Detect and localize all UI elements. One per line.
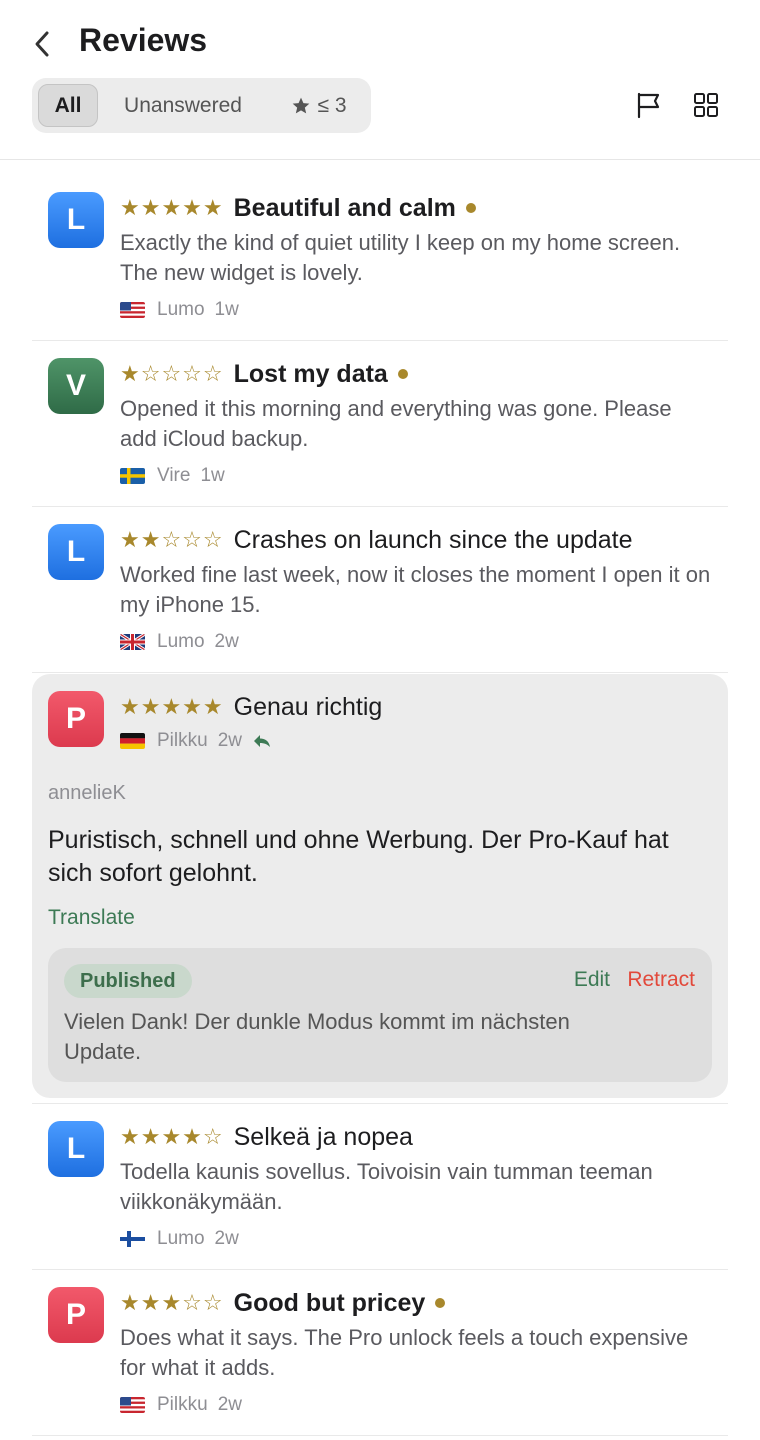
filter-all-button[interactable]: All [38,84,98,127]
de-flag-icon [120,733,145,749]
star-rating: ★★★☆☆ [120,1290,224,1315]
review-row[interactable]: V ★☆☆☆☆ Lost my data Opened it this morn… [32,341,728,507]
edit-reply-button[interactable]: Edit [574,968,610,992]
page-title: Reviews [79,22,208,58]
gb-flag-icon [120,634,145,650]
avatar: P [48,691,104,747]
review-body: Todella kaunis sovellus. Toivoisin vain … [120,1159,653,1214]
review-row[interactable]: P ★★★☆☆ Good but pricey Does what it say… [32,1270,728,1436]
avatar: L [48,192,104,248]
unread-dot [435,1298,446,1308]
review-row[interactable]: L ★★☆☆☆ Crashes on launch since the upda… [32,507,728,673]
review-age: 1w [200,465,225,486]
grid-view-button[interactable] [689,88,723,122]
reply-text: Vielen Dank! Der dunkle Modus kommt im n… [64,1009,570,1064]
review-row-selected[interactable]: P ★★★★★ Genau richtig Pilkku 2w annelieK… [32,674,728,1098]
review-title: Crashes on launch since the update [233,525,633,554]
unread-dot [397,369,408,379]
star-rating: ★★☆☆☆ [120,527,224,552]
review-row[interactable]: L ★★★★☆ Selkeä ja nopea Todella kaunis s… [32,1104,728,1270]
review-title: Lost my data [233,359,388,388]
review-age: 1w [214,299,239,320]
flag-button[interactable] [632,88,666,122]
review-author: Lumo [157,631,205,652]
avatar: V [48,358,104,414]
filter-unanswered-button[interactable]: Unanswered [112,84,254,127]
avatar: L [48,1121,104,1177]
review-age: 2w [217,730,242,751]
review-body: Puristisch, schnell und ohne Werbung. De… [48,826,669,887]
back-button[interactable] [28,26,56,62]
avatar: P [48,1287,104,1343]
retract-reply-button[interactable]: Retract [627,968,695,992]
se-flag-icon [120,468,145,484]
star-rating: ★★★★★ [120,195,224,220]
review-body: Exactly the kind of quiet utility I keep… [120,230,681,285]
review-age: 2w [214,631,239,652]
filter-low-rating-button[interactable]: ≤ 3 [278,84,360,127]
reviews-list: L ★★★★★ Beautiful and calm Exactly the k… [32,160,728,1436]
review-title: Beautiful and calm [233,193,456,222]
review-author: Lumo [157,299,205,320]
review-body: Worked fine last week, now it closes the… [120,562,711,617]
us-flag-icon [120,1397,145,1413]
translate-link[interactable]: Translate [48,906,135,930]
review-age: 2w [214,1228,239,1249]
reviewer-name: annelieK [48,782,126,804]
chevron-left-icon [35,31,49,57]
review-body: Does what it says. The Pro unlock feels … [120,1325,689,1380]
star-icon [293,97,310,113]
filter-segmented-control: All Unanswered ≤ 3 [32,78,371,133]
review-author: Pilkku [157,730,208,751]
review-author: Lumo [157,1228,205,1249]
review-title: Genau richtig [233,692,383,721]
rating-filter-label: ≤ 3 [317,93,347,117]
header: Reviews All Unanswered ≤ 3 [0,0,760,160]
unread-dot [465,203,476,213]
review-author: Vire [157,465,191,486]
review-row[interactable]: L ★★★★★ Beautiful and calm Exactly the k… [32,160,728,341]
flag-icon [637,92,660,119]
star-rating: ★★★★☆ [120,1124,224,1149]
fi-flag-icon [120,1231,145,1247]
status-badge: Published [64,964,192,998]
review-age: 2w [217,1394,242,1415]
review-author: Pilkku [157,1394,208,1415]
replied-icon [252,733,272,749]
star-rating: ★☆☆☆☆ [120,361,224,386]
star-rating: ★★★★★ [120,694,224,719]
grid-icon [694,93,718,117]
avatar: L [48,524,104,580]
review-title: Selkeä ja nopea [233,1122,413,1151]
developer-reply: Published Edit Retract Vielen Dank! Der … [48,948,712,1082]
review-body: Opened it this morning and everything wa… [120,396,672,451]
review-title: Good but pricey [233,1288,426,1317]
us-flag-icon [120,302,145,318]
